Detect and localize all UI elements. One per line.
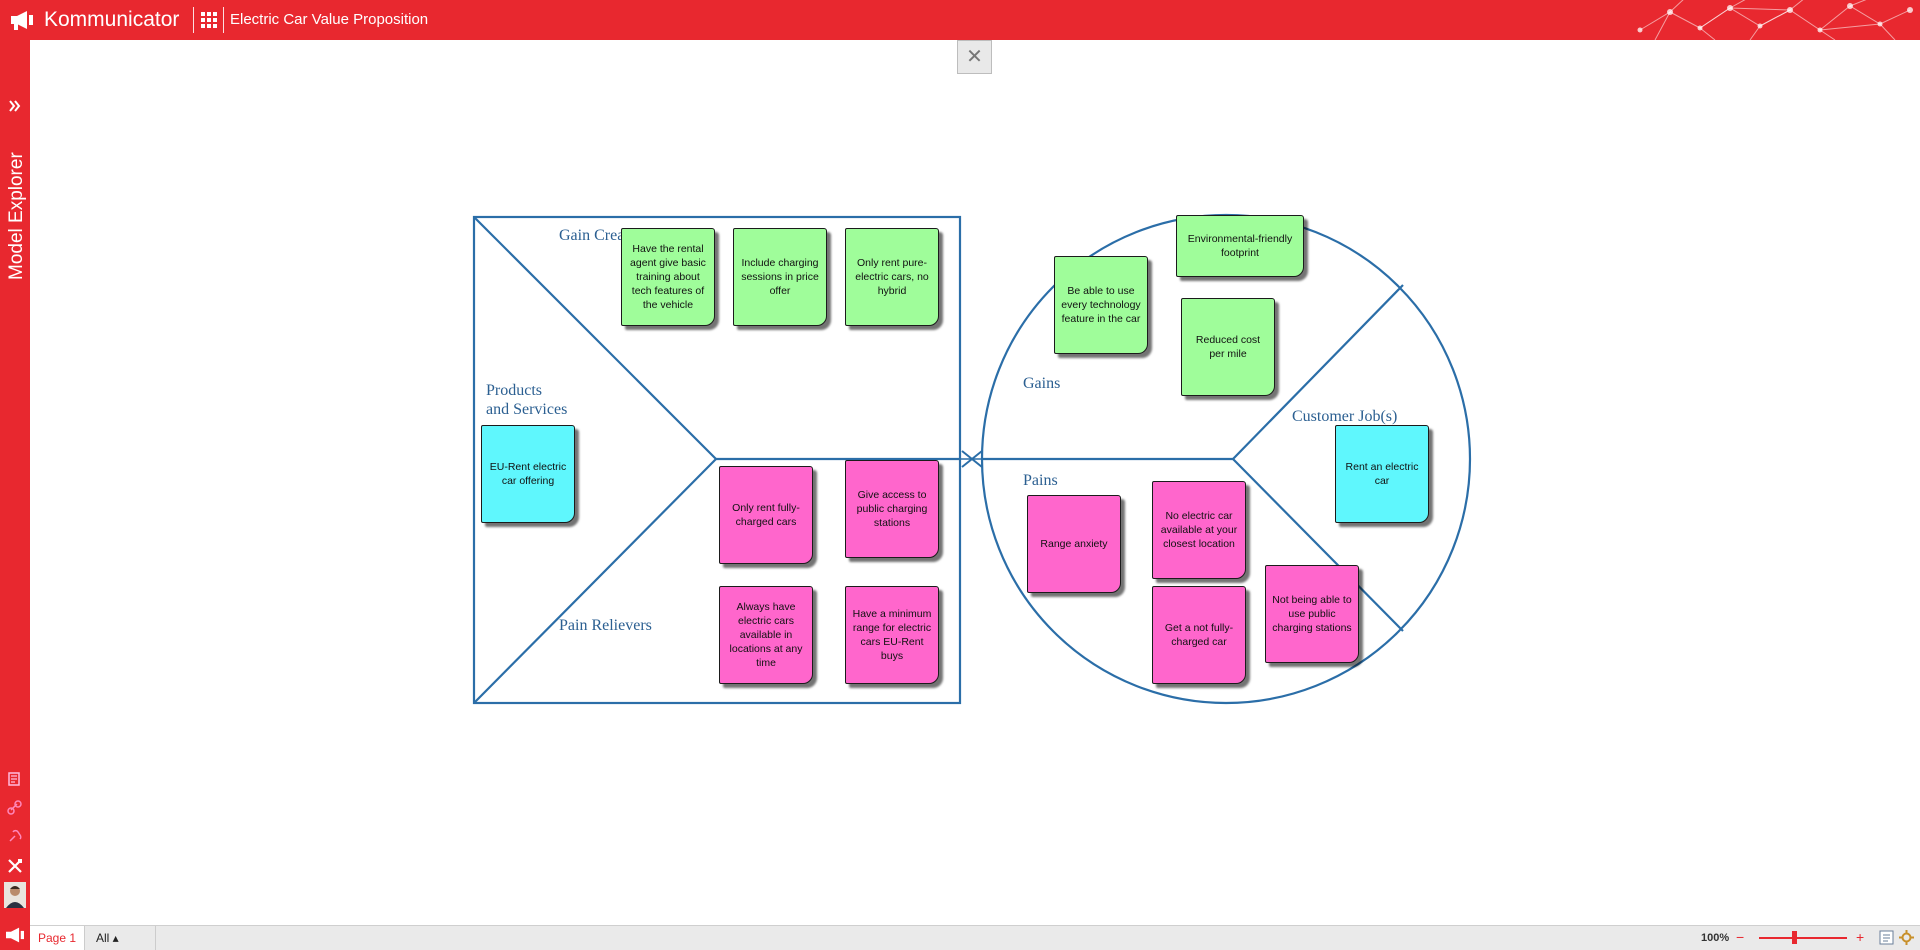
bottom-bar: Page 1 All ▴ 100% − + [30,925,1920,950]
sticky-note[interactable]: Not being able to use public charging st… [1265,565,1359,663]
sticky-text: Include charging sessions in price offer [741,257,819,297]
divider [223,7,224,33]
sticky-note[interactable]: Have a minimum range for electric cars E… [845,586,939,684]
sticky-note[interactable]: Include charging sessions in price offer [733,228,827,326]
close-button[interactable]: ✕ [957,40,992,74]
zoom-in-button[interactable]: + [1856,926,1864,948]
sticky-text: Rent an electric car [1345,461,1419,487]
zoom-out-button[interactable]: − [1736,926,1744,948]
gains-label: Gains [1023,375,1061,392]
sticky-text: Have a minimum range for electric cars E… [852,608,932,662]
sticky-note[interactable]: Only rent pure-electric cars, no hybrid [845,228,939,326]
diagram-canvas[interactable]: Gain Creators Products and Services Pain… [30,40,1920,925]
model-explorer-toggle[interactable]: Model Explorer [3,120,27,280]
network-pattern-icon [1637,0,1913,40]
products-services-label: Products and Services [486,381,567,419]
bottom-logo[interactable] [0,920,30,950]
sticky-text: Only rent pure-electric cars, no hybrid [855,257,929,297]
zoom-slider[interactable] [1759,937,1847,939]
kommunicator-logo-icon[interactable] [9,9,35,31]
sticky-text: Range anxiety [1040,538,1108,550]
pains-label: Pains [1023,472,1058,489]
sticky-text: Environmental-friendly footprint [1187,233,1293,259]
customer-jobs-label: Customer Job(s) [1292,408,1398,425]
sticky-note[interactable]: Environmental-friendly footprint [1176,215,1304,277]
sticky-text: Be able to use every technology feature … [1061,285,1141,325]
left-sidebar: Model Explorer [0,40,30,950]
filter-dropdown[interactable]: All ▴ [90,926,156,950]
products-label-line1: Products [486,382,542,399]
sticky-text: Give access to public charging stations [856,489,928,529]
sticky-note[interactable]: Give access to public charging stations [845,460,939,558]
sticky-text: Have the rental agent give basic trainin… [630,243,706,311]
document-title[interactable]: Electric Car Value Proposition [230,11,428,29]
link-icon[interactable] [7,800,23,816]
products-label-line2: and Services [486,401,568,418]
sticky-note[interactable]: Rent an electric car [1335,425,1429,523]
chain-icon[interactable] [7,828,23,844]
sticky-note[interactable]: Get a not fully-charged car [1152,586,1246,684]
fit-page-icon[interactable] [1879,930,1894,945]
page-list-icon[interactable] [7,771,23,787]
pain-relievers-label: Pain Relievers [559,617,652,634]
settings-icon[interactable] [1899,930,1914,945]
sticky-note[interactable]: Be able to use every technology feature … [1054,256,1148,354]
sticky-note[interactable]: EU-Rent electric car offering [481,425,575,523]
sticky-text: Only rent fully-charged cars [732,502,800,528]
avatar[interactable] [4,882,26,908]
top-bar: Kommunicator Electric Car Value Proposit… [0,0,1920,40]
sticky-note[interactable]: Always have electric cars available in l… [719,586,813,684]
sticky-text: EU-Rent electric car offering [489,461,567,487]
app-name[interactable]: Kommunicator [44,8,179,32]
model-explorer-label: Model Explorer [6,152,27,280]
sticky-text: Always have electric cars available in l… [729,601,803,669]
sticky-text: Get a not fully-charged car [1164,622,1234,648]
kommunicator-logo-icon [6,927,24,943]
zoom-level: 100% [1701,932,1730,944]
sticky-note[interactable]: Have the rental agent give basic trainin… [621,228,715,326]
page-tab[interactable]: Page 1 [30,926,85,950]
sticky-text: Reduced cost per mile [1195,334,1261,360]
sticky-note[interactable]: No electric car available at your closes… [1152,481,1246,579]
value-proposition-frame [472,213,1472,705]
double-chevron-right-icon[interactable] [8,98,22,114]
close-icon: ✕ [966,46,983,68]
app-grid-icon[interactable] [201,12,217,28]
sticky-note[interactable]: Range anxiety [1027,495,1121,593]
sticky-text: No electric car available at your closes… [1160,510,1238,550]
zoom-slider-thumb[interactable] [1792,931,1797,944]
sticky-text: Not being able to use public charging st… [1272,594,1352,634]
sticky-note[interactable]: Only rent fully-charged cars [719,466,813,564]
divider [193,7,194,33]
sticky-note[interactable]: Reduced cost per mile [1181,298,1275,396]
tools-icon[interactable] [7,858,23,874]
